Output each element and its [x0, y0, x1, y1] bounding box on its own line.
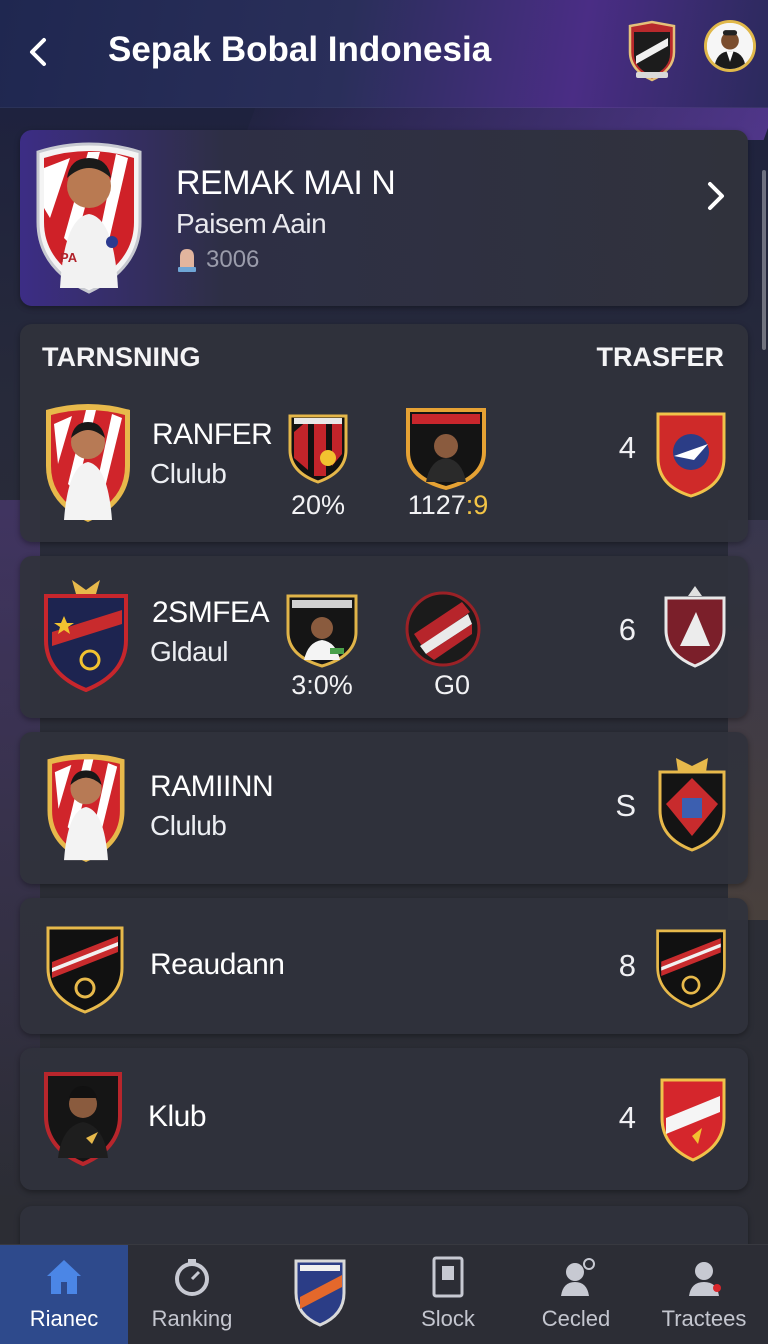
nav-label: Ranking — [151, 1306, 233, 1331]
club-crest-icon[interactable] — [662, 582, 728, 668]
club-crest-icon — [292, 1257, 348, 1327]
transfer-card-1[interactable]: TARNSNING TRASFER RANFER Clulub 20% 1127… — [20, 324, 748, 542]
nav-cecled[interactable]: Cecled — [512, 1245, 640, 1344]
stat-score: 1127:9 — [388, 490, 508, 521]
nav-tractees[interactable]: Tractees — [640, 1245, 768, 1344]
row-count: 8 — [618, 948, 636, 983]
trophy-icon — [178, 249, 196, 272]
row-name: Klub — [148, 1100, 207, 1133]
row-count: 6 — [618, 612, 636, 647]
home-icon — [41, 1254, 87, 1300]
stat-score-main: G0 — [433, 670, 471, 700]
row-name: Reaudann — [150, 948, 285, 981]
nav-label: Rianec — [29, 1306, 99, 1331]
nav-home[interactable]: Rianec — [0, 1245, 128, 1344]
scrollbar[interactable] — [762, 170, 766, 350]
stat-score: G0 — [392, 670, 512, 701]
featured-player-subtitle: Paisem Aain — [176, 208, 327, 239]
featured-stat-value: 3006 — [206, 246, 260, 273]
stopwatch-icon — [169, 1254, 215, 1300]
person-icon — [707, 23, 753, 69]
club-shield-icon — [44, 580, 128, 692]
row-subtitle: Gldaul — [150, 636, 228, 667]
transfer-card-5[interactable]: Klub 4 — [20, 1048, 748, 1190]
nav-slock[interactable]: Slock — [384, 1245, 512, 1344]
section-heading-right: TRASFER — [596, 342, 725, 372]
stat-score-main: 1127 — [407, 490, 466, 520]
nav-ranking[interactable]: Ranking — [128, 1245, 256, 1344]
row-subtitle: Clulub — [150, 810, 227, 841]
person-chat-icon — [553, 1254, 599, 1300]
card-icon — [425, 1254, 471, 1300]
nav-club[interactable] — [256, 1245, 384, 1344]
transfer-card-3[interactable]: RAMIINN Clulub S — [20, 732, 748, 884]
stat-percent: 3:0% — [291, 670, 353, 700]
page-title: Sepak Bobal Indonesia — [108, 30, 492, 69]
nav-label: Slock — [421, 1306, 475, 1331]
player-badge-icon — [286, 594, 358, 668]
row-count: S — [615, 788, 636, 823]
person-icon — [681, 1254, 727, 1300]
back-button[interactable] — [18, 30, 58, 74]
row-name: 2SMFEA — [152, 596, 270, 629]
transfer-card-4[interactable]: Reaudann 8 — [20, 898, 748, 1034]
stat-percent: 20% — [290, 490, 346, 520]
row-subtitle: Clulub — [150, 458, 227, 489]
chevron-left-icon — [30, 38, 46, 66]
user-avatar[interactable] — [704, 20, 756, 72]
featured-player-name: REMAK MAI N — [176, 164, 396, 202]
club-roundel-icon — [405, 591, 481, 667]
transfer-card-2[interactable]: 2SMFEA Gldaul 3:0% G0 6 — [20, 556, 748, 718]
player-shield-icon — [47, 753, 125, 862]
nav-label: Cecled — [541, 1306, 611, 1331]
app-header: Sepak Bobal Indonesia — [0, 0, 768, 108]
nav-label: Tractees — [661, 1306, 747, 1331]
club-crest-icon[interactable] — [654, 922, 728, 1012]
row-name: RANFER — [152, 418, 273, 451]
player-badge-icon — [406, 408, 486, 490]
player-shield-icon: PA — [36, 142, 142, 294]
club-crest-icon[interactable] — [658, 1074, 728, 1162]
club-crest-icon[interactable] — [654, 408, 728, 498]
featured-player-card[interactable]: PA REMAK MAI N Paisem Aain 3006 — [20, 130, 748, 306]
player-shield-icon — [46, 404, 130, 522]
row-count: 4 — [618, 430, 636, 465]
club-shield-icon — [46, 926, 124, 1014]
stat-score-highlight: :9 — [465, 490, 489, 520]
chevron-right-icon[interactable] — [700, 178, 730, 214]
player-shield-icon — [44, 1072, 122, 1166]
bottom-nav: Rianec Ranking Slock Cecled Tractees — [0, 1244, 768, 1344]
shield-text: PA — [60, 250, 78, 265]
club-crest-icon[interactable] — [624, 20, 680, 82]
featured-stat: 3006 — [176, 246, 259, 274]
section-heading-left: TARNSNING — [42, 342, 201, 372]
row-name: RAMIINN — [150, 770, 274, 803]
club-crest-icon[interactable] — [656, 754, 728, 852]
row-count: 4 — [618, 1100, 636, 1135]
main-content[interactable]: PA REMAK MAI N Paisem Aain 3006 TARNSNIN… — [0, 108, 768, 1266]
club-badge-icon — [288, 414, 348, 484]
